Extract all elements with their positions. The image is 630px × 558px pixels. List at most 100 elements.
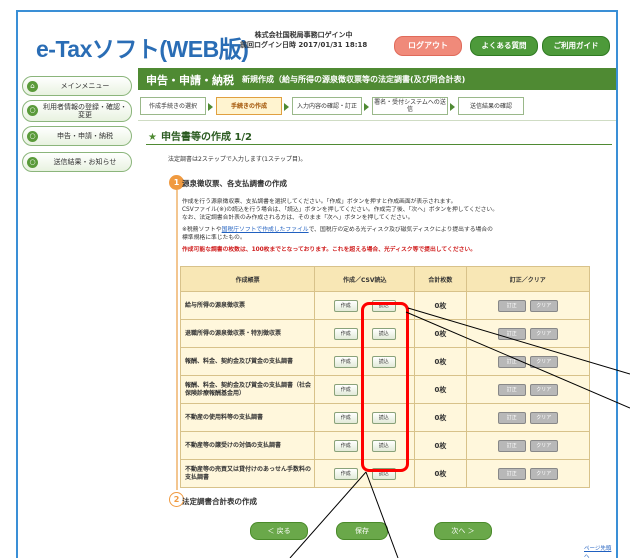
- user-icon: ○: [27, 105, 38, 116]
- home-icon: ⌂: [27, 81, 38, 92]
- note-line: 標準規格に準じたもの。: [182, 235, 246, 241]
- sidebar-item-results[interactable]: ○ 送信結果・お知らせ: [22, 152, 132, 172]
- step-arrow-icon: [208, 103, 213, 111]
- clear-button[interactable]: クリア: [529, 411, 558, 424]
- logout-button[interactable]: ログアウト: [394, 36, 462, 56]
- fix-clear-cell: 訂正 クリア: [465, 319, 591, 348]
- total-count: 0枚: [414, 319, 467, 348]
- sidebar-item-label: メインメニュー: [60, 82, 110, 90]
- fix-button[interactable]: 訂正: [497, 439, 526, 452]
- form-name: 給与所得の源泉徴収票: [179, 291, 316, 320]
- clear-button[interactable]: クリア: [529, 467, 558, 480]
- section-title: ★ 申告書等の作成 1/2: [148, 132, 253, 143]
- divider: [138, 120, 616, 121]
- last-login: 前回ログイン日時 2017/01/31 18:18: [240, 41, 368, 49]
- instruction-line: 作成を行う源泉徴収票、支払調書を選択してください。「作成」ボタンを押すと作成画面…: [182, 199, 457, 205]
- step-arrow-icon: [364, 103, 369, 111]
- create-button[interactable]: 作成: [333, 383, 358, 396]
- total-count: 0枚: [414, 459, 467, 488]
- step-confirm: 入力内容の確認・訂正: [292, 97, 362, 115]
- app-window: e-Taxソフト(WEB版) 株式会社国税局事務口ゲイン中 前回ログイン日時 2…: [16, 10, 618, 558]
- sidebar-item-label: 送信結果・お知らせ: [53, 158, 117, 166]
- create-button[interactable]: 作成: [333, 439, 358, 452]
- step1-title: 源泉徴収票、各支払調書の作成: [182, 179, 287, 188]
- fix-clear-cell: 訂正 クリア: [465, 291, 591, 320]
- total-count: 0枚: [414, 375, 467, 404]
- user-info: 株式会社国税局事務口ゲイン中 前回ログイン日時 2017/01/31 18:18: [240, 30, 367, 50]
- fix-clear-cell: 訂正 クリア: [465, 431, 591, 460]
- software-file-link[interactable]: 国税庁ソフトで作成したファイル: [222, 227, 309, 233]
- fix-clear-cell: 訂正 クリア: [465, 403, 591, 432]
- page-subtitle: 新規作成（給与所得の源泉徴収票等の法定調書(及び同合計表): [242, 75, 466, 84]
- page-title: 申告・申請・納税: [146, 74, 234, 87]
- fix-clear-cell: 訂正 クリア: [465, 375, 591, 404]
- step-create: 手続きの作成: [216, 97, 282, 115]
- step-result: 送信結果の確認: [458, 97, 524, 115]
- column-header: 訂正／クリア: [465, 266, 591, 292]
- fix-button[interactable]: 訂正: [497, 355, 526, 368]
- create-button[interactable]: 作成: [333, 411, 358, 424]
- total-count: 0枚: [414, 431, 467, 460]
- clear-button[interactable]: クリア: [529, 327, 558, 340]
- create-button[interactable]: 作成: [333, 299, 358, 312]
- sidebar-item-label: 利用者情報の登録・確認・変更: [43, 103, 127, 119]
- fix-button[interactable]: 訂正: [497, 383, 526, 396]
- sidebar-item-label: 申告・申請・納税: [57, 132, 113, 140]
- back-button[interactable]: ＜ 戻る: [250, 522, 308, 540]
- fix-clear-cell: 訂正 クリア: [465, 459, 591, 488]
- column-header: 作成／CSV読込: [314, 266, 416, 292]
- total-count: 0枚: [414, 347, 467, 376]
- clear-button[interactable]: クリア: [529, 439, 558, 452]
- form-name: 不動産等の譲受けの対価の支払調書: [179, 431, 316, 460]
- create-button[interactable]: 作成: [333, 355, 358, 368]
- form-name: 報酬、料金、契約金及び賞金の支払調書: [179, 347, 316, 376]
- form-name: 退職所得の源泉徴収票・特別徴収票: [179, 319, 316, 348]
- intro-text: 法定調書は2ステップで入力します(1ステップ目)。: [168, 156, 307, 163]
- clear-button[interactable]: クリア: [529, 383, 558, 396]
- mail-icon: ○: [27, 157, 38, 168]
- org-name: 株式会社国税局事務口ゲイン中: [254, 31, 353, 39]
- clear-button[interactable]: クリア: [529, 299, 558, 312]
- fix-button[interactable]: 訂正: [497, 299, 526, 312]
- column-header: 合計枚数: [414, 266, 467, 292]
- sidebar-item-filing[interactable]: ○ 申告・申請・納税: [22, 126, 132, 146]
- form-name: 報酬、料金、契約金及び賞金の支払調書（社会保険診療報酬基金用）: [179, 375, 316, 404]
- sidebar-item-user-info[interactable]: ○ 利用者情報の登録・確認・変更: [22, 100, 132, 122]
- fix-clear-cell: 訂正 クリア: [465, 347, 591, 376]
- page-top-link[interactable]: ページ先頭へ: [584, 544, 616, 558]
- star-icon: ★: [148, 132, 157, 143]
- step-sign-send: 署名・受付システムへの送信: [372, 97, 448, 115]
- title-bar: 申告・申請・納税 新規作成（給与所得の源泉徴収票等の法定調書(及び同合計表): [138, 68, 616, 90]
- step-navigation: 作成手続きの選択 手続きの作成 入力内容の確認・訂正 署名・受付システムへの送信…: [138, 95, 616, 117]
- step-select-procedure: 作成手続きの選択: [140, 97, 206, 115]
- save-button[interactable]: 保存: [336, 522, 388, 540]
- clear-button[interactable]: クリア: [529, 355, 558, 368]
- step-arrow-icon: [450, 103, 455, 111]
- guide-button[interactable]: ご利用ガイド: [542, 36, 610, 56]
- step-arrow-icon: [284, 103, 289, 111]
- create-button[interactable]: 作成: [333, 467, 358, 480]
- instruction-line: なお、法定調書合計表のみ作成される方は、そのまま「次へ」ボタンを押してください。: [182, 215, 414, 221]
- form-name: 不動産の使用料等の支払調書: [179, 403, 316, 432]
- column-header: 作成帳票: [179, 266, 316, 292]
- logo: e-Taxソフト(WEB版): [36, 36, 249, 62]
- highlight-box: [361, 302, 409, 472]
- fix-button[interactable]: 訂正: [497, 467, 526, 480]
- total-count: 0枚: [414, 403, 467, 432]
- create-button[interactable]: 作成: [333, 327, 358, 340]
- instruction-line: CSVファイル(※)の読込を行う場合は、「読込」ボタンを押してください。作成完了…: [182, 207, 499, 213]
- sidebar: ⌂ メインメニュー ○ 利用者情報の登録・確認・変更 ○ 申告・申請・納税 ○ …: [18, 68, 138, 558]
- form-name: 不動産等の売買又は貸付けのあっせん手数料の支払調書: [179, 459, 316, 488]
- next-button[interactable]: 次へ ＞: [434, 522, 492, 540]
- document-icon: ○: [27, 131, 38, 142]
- fix-button[interactable]: 訂正: [497, 411, 526, 424]
- sidebar-item-main-menu[interactable]: ⌂ メインメニュー: [22, 76, 132, 96]
- fix-button[interactable]: 訂正: [497, 327, 526, 340]
- note-line: ※税務ソフトや国税庁ソフトで作成したファイルで、国税庁の定める光ディスク及び磁気…: [182, 227, 493, 233]
- step-connector: [176, 190, 178, 490]
- step2-title: 法定調書合計表の作成: [182, 497, 257, 506]
- header: e-Taxソフト(WEB版) 株式会社国税局事務口ゲイン中 前回ログイン日時 2…: [18, 12, 616, 68]
- faq-button[interactable]: よくある質問: [470, 36, 538, 56]
- divider: [146, 144, 612, 145]
- total-count: 0枚: [414, 291, 467, 320]
